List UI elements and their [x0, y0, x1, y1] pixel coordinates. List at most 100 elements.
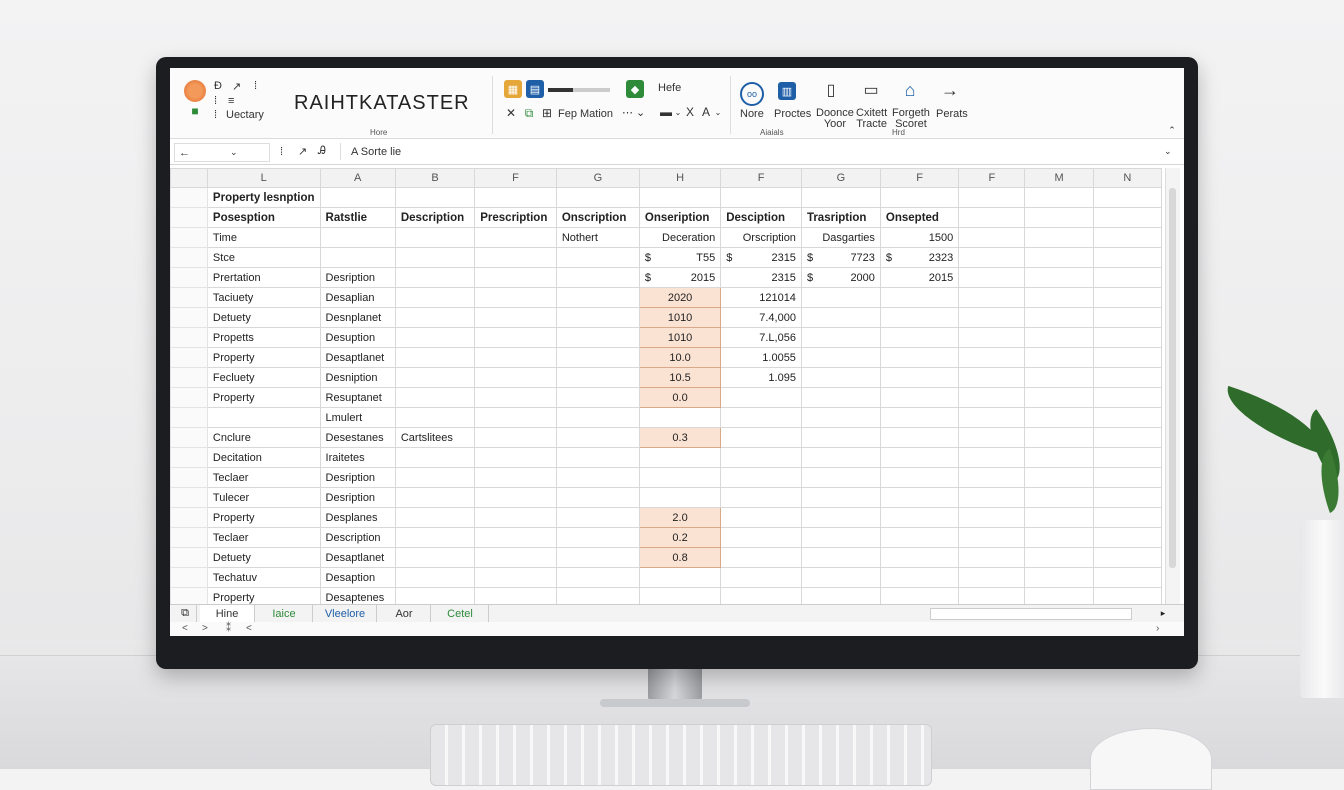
cell[interactable]: Onsepted [879, 207, 960, 228]
cell[interactable] [958, 447, 1026, 468]
row-header[interactable] [170, 207, 208, 228]
cell[interactable] [800, 587, 881, 605]
ribbon-item-1[interactable]: Proctes [774, 108, 811, 120]
cell[interactable] [1024, 567, 1094, 588]
font-size-slider[interactable] [548, 88, 610, 92]
cell[interactable] [879, 587, 960, 605]
cell[interactable] [958, 347, 1026, 368]
chart-icon[interactable]: oo [740, 82, 764, 106]
row-header[interactable] [170, 307, 208, 328]
cell[interactable]: Orscription [720, 227, 802, 248]
cell[interactable] [1092, 527, 1162, 548]
cell[interactable]: Desuption [319, 327, 396, 348]
cell[interactable] [555, 367, 640, 388]
cell[interactable] [1092, 247, 1162, 268]
cell[interactable] [800, 527, 881, 548]
cell[interactable] [958, 567, 1026, 588]
cell[interactable] [474, 507, 557, 528]
cell[interactable] [555, 307, 640, 328]
horizontal-scrollbar[interactable] [930, 608, 1132, 620]
cell[interactable] [958, 507, 1026, 528]
cell[interactable]: Prescription [474, 207, 557, 228]
clear-format-icon[interactable]: X [682, 104, 698, 120]
cell[interactable] [800, 387, 881, 408]
cell[interactable] [394, 247, 476, 268]
quick-access-6[interactable]: ⁞ [214, 109, 217, 121]
cell[interactable] [394, 347, 476, 368]
cell[interactable]: Lmulert [319, 407, 396, 428]
cell[interactable]: Taciuety [206, 287, 321, 308]
cell[interactable]: Desription [319, 467, 396, 488]
cell[interactable] [958, 307, 1026, 328]
cell[interactable]: 0.2 [638, 527, 722, 548]
row-header[interactable] [170, 407, 208, 428]
cell[interactable] [638, 447, 722, 468]
cell[interactable] [1024, 347, 1094, 368]
cell[interactable] [1092, 427, 1162, 448]
cell[interactable] [394, 467, 476, 488]
cell[interactable] [394, 267, 476, 288]
cell[interactable] [394, 187, 476, 208]
cell[interactable] [555, 427, 640, 448]
cell[interactable] [800, 407, 881, 428]
cell[interactable]: 10.0 [638, 347, 722, 368]
cell[interactable]: 7.L,056 [720, 327, 802, 348]
cell[interactable] [879, 387, 960, 408]
row-header[interactable] [170, 527, 208, 548]
sheet-tab[interactable]: Vleelore [314, 605, 377, 622]
cell[interactable] [720, 407, 802, 428]
cell[interactable] [879, 487, 960, 508]
cell[interactable] [800, 427, 881, 448]
status-sheet-icon[interactable]: ⁑ [226, 623, 231, 634]
cell[interactable]: Cnclure [206, 427, 321, 448]
row-header[interactable] [170, 507, 208, 528]
cell[interactable] [638, 567, 722, 588]
home-small-icon[interactable]: ■ [188, 104, 202, 118]
cell[interactable]: Nothert [555, 227, 640, 248]
collapse-ribbon-icon[interactable]: ⌃ [1166, 124, 1178, 136]
paste-special-icon[interactable]: ⊞ [540, 106, 554, 120]
cell[interactable]: Time [206, 227, 321, 248]
cell[interactable] [879, 307, 960, 328]
cell[interactable] [720, 467, 802, 488]
row-header[interactable] [170, 227, 208, 248]
cell[interactable]: Desniption [319, 367, 396, 388]
cell[interactable] [720, 487, 802, 508]
cell[interactable] [1092, 287, 1162, 308]
row-header[interactable] [170, 447, 208, 468]
column-header[interactable]: N [1092, 168, 1162, 188]
cell[interactable]: Detuety [206, 307, 321, 328]
cell[interactable]: $2323 [879, 247, 960, 268]
cell[interactable] [394, 547, 476, 568]
sheet-nav-icon[interactable]: ⧉ [174, 605, 197, 622]
cell[interactable]: Desription [319, 487, 396, 508]
cell[interactable] [394, 407, 476, 428]
cell[interactable] [879, 467, 960, 488]
cell[interactable] [1024, 467, 1094, 488]
cell[interactable] [1024, 307, 1094, 328]
cell[interactable] [720, 547, 802, 568]
cell[interactable]: $2015 [638, 267, 722, 288]
scrollbar-thumb[interactable] [1169, 188, 1176, 568]
cell[interactable]: Desaption [319, 567, 396, 588]
sheet-tab[interactable]: Aor [378, 605, 431, 622]
cell[interactable] [800, 507, 881, 528]
cell[interactable] [720, 387, 802, 408]
cell[interactable]: 121014 [720, 287, 802, 308]
cell[interactable]: Tulecer [206, 487, 321, 508]
cell[interactable] [1092, 367, 1162, 388]
status-nav-next-icon[interactable]: > [202, 623, 208, 634]
cell[interactable]: Description [394, 207, 476, 228]
cell[interactable] [1024, 187, 1094, 208]
cell[interactable]: Property [206, 347, 321, 368]
cell[interactable] [958, 587, 1026, 605]
cell[interactable]: Techatuv [206, 567, 321, 588]
cell[interactable]: Cartslitees [394, 427, 476, 448]
ribbon-item-4[interactable]: Forgeth Scoret [892, 108, 930, 130]
quick-access-label[interactable]: Uectary [226, 109, 264, 121]
cell[interactable] [1092, 507, 1162, 528]
cell[interactable] [638, 407, 722, 428]
cell[interactable] [720, 507, 802, 528]
cell[interactable] [1024, 267, 1094, 288]
cell[interactable] [800, 487, 881, 508]
